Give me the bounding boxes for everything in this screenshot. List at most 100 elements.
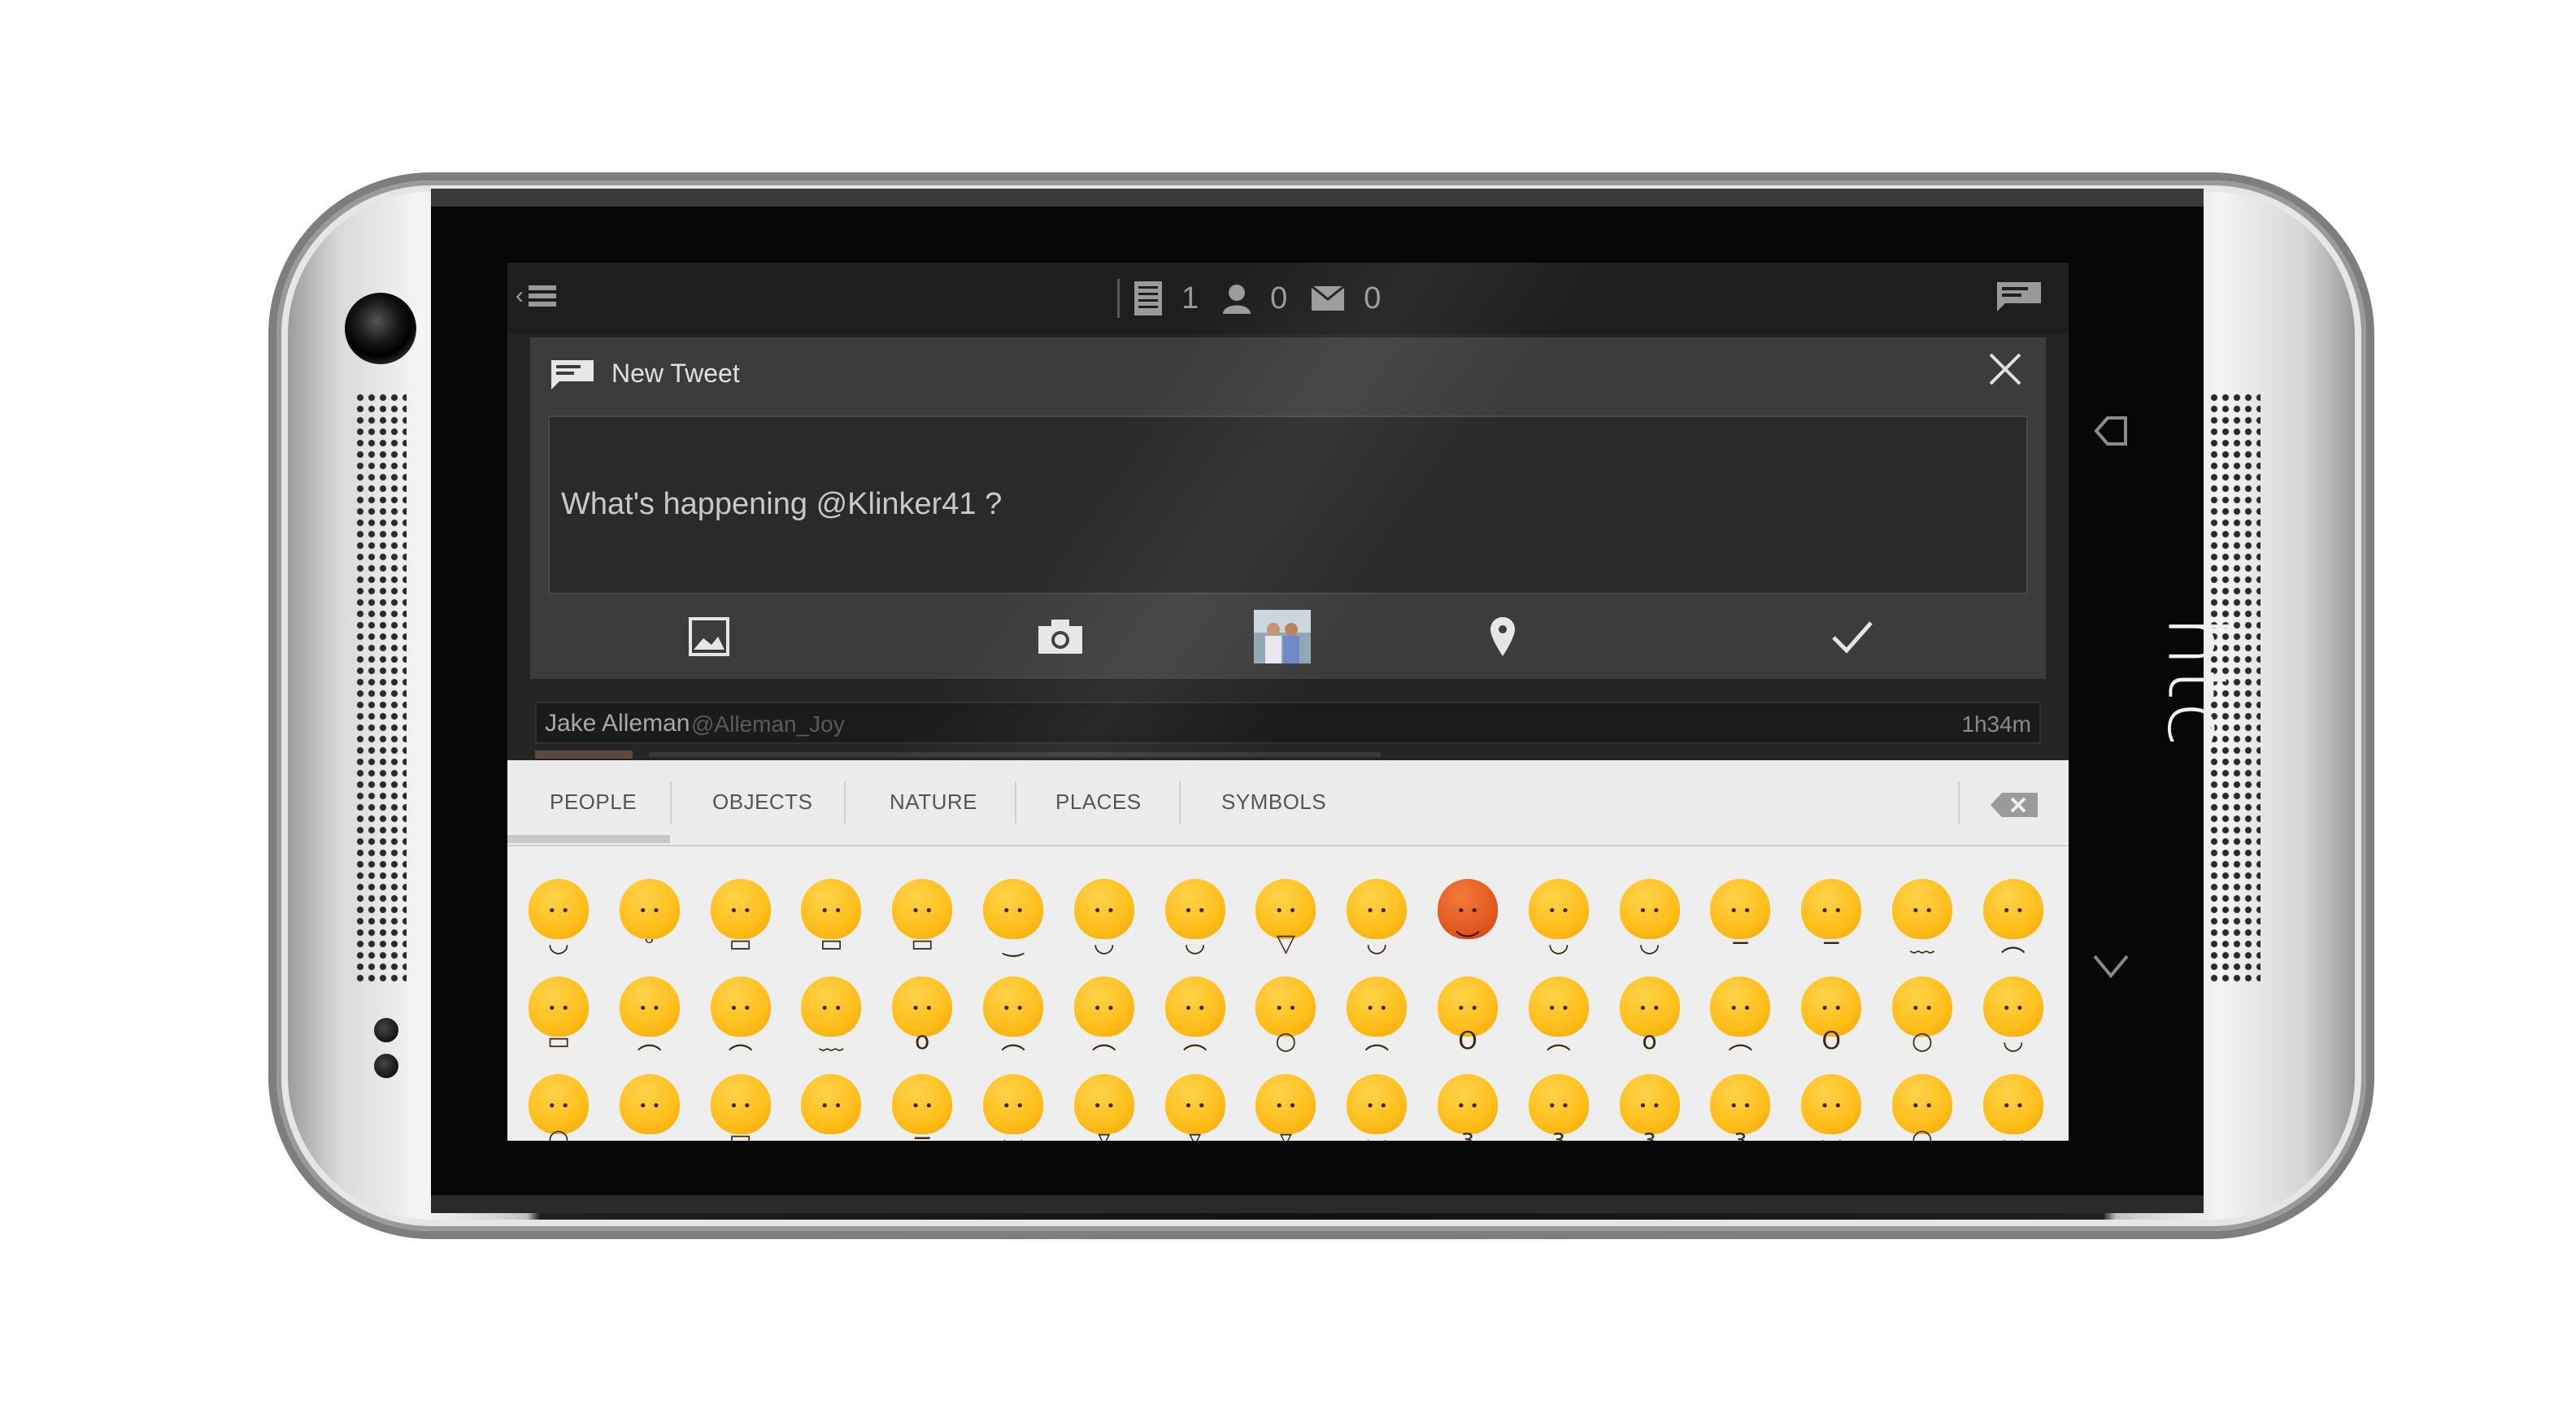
- emoji-disappointed[interactable]: • • ︵: [1164, 977, 1225, 1055]
- tweet-author-handle: @Alleman_Joy: [691, 711, 845, 737]
- tab-divider: [1958, 781, 1960, 824]
- emoji-grin[interactable]: • • ▭: [710, 879, 771, 958]
- tab-objects[interactable]: OBJECTS: [712, 789, 812, 815]
- emoji-expressionless[interactable]: • • ─: [1801, 879, 1862, 958]
- emoji-weary-sob[interactable]: • • ○: [1892, 1074, 1952, 1141]
- emoji-expression: • • ◡: [1093, 903, 1116, 958]
- emoji-sob-loud[interactable]: • • ○: [529, 1074, 589, 1141]
- emoji-expression: • • ─: [1820, 903, 1843, 958]
- emoji-astonished[interactable]: • • o: [1619, 977, 1680, 1055]
- emoji-tongue-yum[interactable]: • • ▿: [1164, 1074, 1225, 1141]
- back-key-icon[interactable]: [2086, 407, 2135, 467]
- emoji-expression: • • ﹏: [1910, 903, 1934, 958]
- emoji-sob[interactable]: • • ︵: [1528, 977, 1589, 1055]
- emoji-tired[interactable]: • • ○: [1892, 977, 1952, 1055]
- emoji-kiss-heart[interactable]: • • з: [1619, 1074, 1680, 1141]
- emoji-sleepy[interactable]: • • ﹏: [801, 977, 862, 1055]
- emoji-relieved[interactable]: • • ◡: [1982, 977, 2043, 1055]
- new-tweet-dialog: New Tweet What's happening @Klinker41 ?: [530, 337, 2046, 679]
- emoji-angry[interactable]: • • ︵: [1982, 879, 2043, 958]
- mentions-count[interactable]: 0: [1223, 281, 1287, 316]
- emoji-expression: • • з: [1547, 1098, 1570, 1141]
- tweet-preview-peek: [535, 750, 2041, 759]
- tab-symbols[interactable]: SYMBOLS: [1221, 789, 1326, 815]
- emoji-imp[interactable]: • • ︶: [1438, 879, 1498, 958]
- emoji-worried[interactable]: • • ︵: [1710, 977, 1771, 1055]
- emoji-weary[interactable]: • • ○: [1255, 977, 1316, 1055]
- messages-count[interactable]: 0: [1312, 281, 1381, 316]
- emoji-neutral[interactable]: • • ─: [1710, 879, 1771, 958]
- emoji-slight-smile[interactable]: • • ‿: [983, 879, 1043, 958]
- emoji-expression: • • O: [1820, 1000, 1843, 1055]
- home-key-icon[interactable]: [2086, 942, 2135, 1002]
- image-icon: [689, 617, 729, 656]
- emoji-cold-sweat[interactable]: • • ︵: [1347, 977, 1408, 1055]
- notification-counts: 1 0 0: [1117, 279, 1405, 318]
- tab-divider: [1179, 781, 1181, 824]
- backspace-button[interactable]: [1991, 793, 2038, 821]
- emoji-grimace[interactable]: • • ▭: [529, 977, 589, 1055]
- tab-nature[interactable]: NATURE: [890, 789, 977, 815]
- close-button[interactable]: [1986, 349, 2025, 398]
- emoji-expression: • • O: [1456, 1000, 1479, 1055]
- tab-places[interactable]: PLACES: [1055, 789, 1142, 815]
- emoji-expression: • • ▿: [1274, 1098, 1297, 1141]
- camera-button[interactable]: [1036, 612, 1085, 661]
- emoji-sleeping[interactable]: • • ◡: [1982, 1074, 2043, 1141]
- attach-image-button[interactable]: [685, 612, 733, 661]
- emoji-expression: • • ◡: [1365, 903, 1388, 958]
- emoji-smile[interactable]: • • ◡: [529, 879, 589, 958]
- emoji-scream[interactable]: • • O: [1438, 977, 1498, 1055]
- emoji-expression: • •: [638, 1098, 661, 1115]
- location-button[interactable]: [1486, 612, 1519, 661]
- emoji-steam[interactable]: • • ︵: [1073, 977, 1134, 1055]
- emoji-innocent[interactable]: • • ◡: [1347, 879, 1408, 958]
- emoji-expression: • • ○: [1274, 1000, 1297, 1055]
- emoji-rage-small[interactable]: • • ︵: [619, 977, 680, 1055]
- emoji-confused[interactable]: • • ﹏: [1892, 879, 1952, 958]
- send-button[interactable]: [1828, 612, 1877, 661]
- emoji-unamused[interactable]: • • ─: [892, 1074, 953, 1141]
- emoji-blush[interactable]: • • ᵕ: [619, 879, 680, 958]
- emoji-sad-tired[interactable]: • • ︵: [710, 977, 771, 1055]
- emoji-kissing-smile[interactable]: • • з: [1528, 1074, 1589, 1141]
- profile-thumbnail[interactable]: [1254, 610, 1311, 663]
- mentions-icon: [1223, 285, 1251, 314]
- emoji-kissing[interactable]: • • з: [1438, 1074, 1498, 1141]
- emoji-joy-grin[interactable]: • • ▭: [892, 879, 953, 958]
- emoji-frowning[interactable]: • • ︵: [801, 1074, 862, 1141]
- emoji-tongue-wink[interactable]: • • ◡: [1619, 879, 1680, 958]
- timeline-icon: [1134, 281, 1162, 315]
- emoji-category-tabs: PEOPLE OBJECTS NATURE PLACES SYMBOLS: [507, 760, 2069, 846]
- emoji-wink[interactable]: • • ◡: [1528, 879, 1589, 958]
- list-icon: [529, 285, 556, 307]
- compose-tweet-button[interactable]: [1997, 282, 2041, 315]
- emoji-sweat-smile[interactable]: • • ◡: [1164, 879, 1225, 958]
- tweet-text-field[interactable]: What's happening @Klinker41 ?: [548, 415, 2028, 594]
- emoji-mask[interactable]: • • ▭: [710, 1074, 771, 1141]
- emoji-fearful-hands[interactable]: • • O: [1801, 977, 1862, 1055]
- timeline-count[interactable]: 1: [1134, 281, 1199, 316]
- emoji-heart-eyes[interactable]: • • ◡: [983, 1074, 1043, 1141]
- emoji-happy-flushed[interactable]: • • ◡: [1073, 879, 1134, 958]
- tab-people[interactable]: PEOPLE: [550, 789, 637, 815]
- emoji-expression: • • ◡: [2002, 1098, 2025, 1141]
- compose-title: New Tweet: [611, 359, 740, 388]
- timeline-tweet-row[interactable]: Jake Alleman @Alleman_Joy 1h34m: [535, 702, 2041, 744]
- emoji-laughing[interactable]: • • ▽: [1255, 879, 1316, 958]
- messages-count-value: 0: [1364, 281, 1382, 315]
- emoji-grin-wide[interactable]: • • ▭: [801, 879, 862, 958]
- htc-logo: htc: [2149, 615, 2245, 749]
- messages-icon: [1312, 286, 1345, 311]
- emoji-smirk-wink[interactable]: • • ◡: [1347, 1074, 1408, 1141]
- emoji-blush-kiss[interactable]: • • з: [1710, 1074, 1771, 1141]
- emoji-squint-tongue[interactable]: • • ▿: [1255, 1074, 1316, 1141]
- emoji-persevere[interactable]: • • ︵: [983, 977, 1043, 1055]
- emoji-no-mouth[interactable]: • •: [619, 1074, 680, 1134]
- emoji-expression: • • ︵: [637, 1000, 662, 1055]
- emoji-expression: • • ﹏: [819, 1000, 844, 1055]
- emoji-hushed[interactable]: • • o: [892, 977, 953, 1055]
- emoji-tongue[interactable]: • • ▿: [1073, 1074, 1134, 1141]
- drawer-toggle[interactable]: ‹: [516, 282, 556, 310]
- emoji-sunglasses[interactable]: • • ◡: [1801, 1074, 1862, 1141]
